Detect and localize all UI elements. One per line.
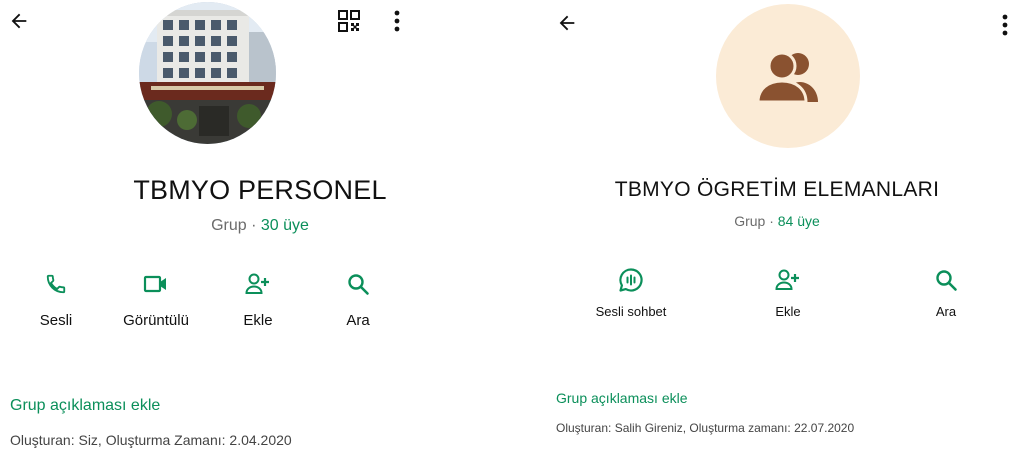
add-member-label: Ekle	[775, 304, 801, 319]
voice-call-label: Sesli	[39, 312, 73, 329]
group-subtitle: Grup · 84 üye	[538, 213, 1016, 229]
search-button[interactable]: Ara	[910, 266, 982, 319]
add-person-icon	[775, 266, 801, 294]
group-people-icon	[756, 51, 818, 102]
add-person-icon	[245, 270, 271, 298]
add-member-button[interactable]: Ekle	[222, 270, 294, 329]
group-name: TBMYO PERSONEL	[133, 175, 387, 205]
member-count[interactable]: 30 üye	[261, 217, 309, 234]
voice-chat-button[interactable]: Sesli sohbet	[576, 266, 686, 319]
qr-code-icon[interactable]	[334, 6, 364, 36]
search-label: Ara	[935, 304, 957, 319]
group-created-info: Oluşturan: Siz, Oluşturma Zamanı: 2.04.2…	[10, 432, 292, 448]
group-info-panel-right: TBMYO ÖGRETİM ELEMANLARI Grup · 84 üye S…	[538, 0, 1016, 452]
voice-chat-label: Sesli sohbet	[595, 304, 667, 319]
group-type-label: Grup ·	[211, 217, 261, 234]
voice-call-button[interactable]: Sesli	[20, 270, 92, 329]
more-options-icon[interactable]	[994, 10, 1016, 40]
member-count[interactable]: 84 üye	[778, 213, 820, 229]
phone-icon	[45, 270, 67, 298]
add-group-description-link[interactable]: Grup açıklaması ekle	[10, 397, 160, 415]
group-avatar[interactable]	[716, 4, 860, 148]
video-call-button[interactable]: Görüntülü	[103, 270, 209, 329]
add-member-button[interactable]: Ekle	[752, 266, 824, 319]
back-arrow-icon[interactable]	[552, 8, 582, 38]
group-info-panel-left: TBMYO PERSONEL Grup · 30 üye Sesli Görün…	[0, 0, 520, 452]
search-button[interactable]: Ara	[322, 270, 394, 329]
video-call-label: Görüntülü	[123, 312, 189, 329]
group-subtitle: Grup · 30 üye	[0, 217, 520, 235]
group-type-label: Grup ·	[734, 213, 778, 229]
group-name: TBMYO ÖGRETİM ELEMANLARI	[614, 178, 940, 201]
back-arrow-icon[interactable]	[4, 6, 34, 36]
group-avatar-photo[interactable]	[139, 2, 276, 144]
add-group-description-link[interactable]: Grup açıklaması ekle	[556, 390, 688, 406]
more-options-icon[interactable]	[382, 6, 412, 36]
search-icon	[346, 270, 370, 298]
video-icon	[143, 270, 169, 298]
voice-chat-icon	[618, 266, 644, 294]
search-icon	[934, 266, 958, 294]
group-created-info: Oluşturan: Salih Gireniz, Oluşturma zama…	[556, 421, 855, 435]
search-label: Ara	[346, 312, 370, 329]
add-member-label: Ekle	[243, 312, 273, 329]
